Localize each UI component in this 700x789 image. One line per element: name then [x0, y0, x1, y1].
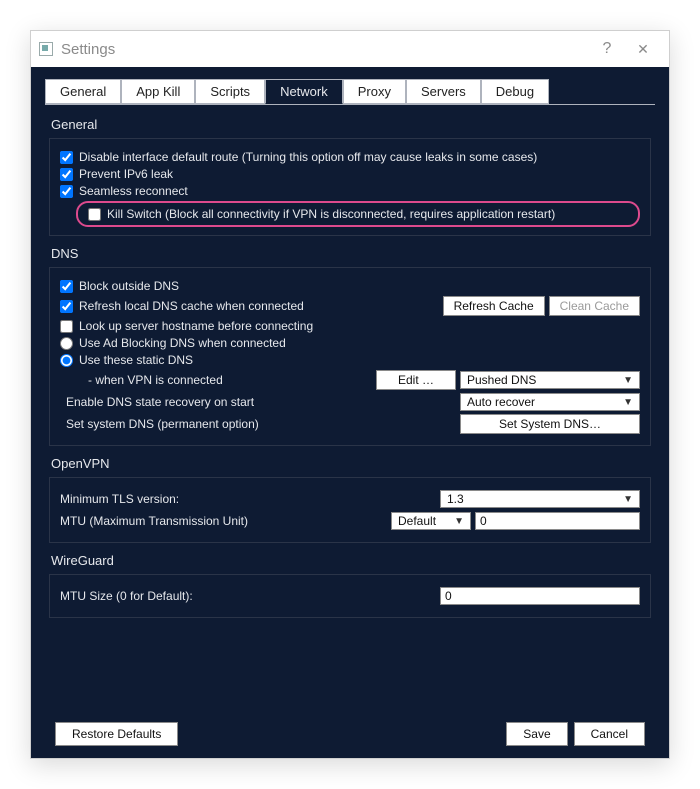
refresh-dns-checkbox[interactable] [60, 300, 73, 313]
dns-recovery-value: Auto recover [467, 395, 535, 409]
chevron-down-icon: ▼ [454, 516, 464, 527]
tab-scripts[interactable]: Scripts [195, 79, 265, 104]
openvpn-mtu-select-value: Default [398, 514, 436, 528]
group-wireguard: MTU Size (0 for Default): [49, 574, 651, 618]
scroll-area: General Disable interface default route … [45, 109, 655, 716]
disable-route-checkbox[interactable] [60, 151, 73, 164]
app-icon [39, 42, 53, 56]
lookup-hostname-label: Look up server hostname before connectin… [79, 319, 313, 333]
tab-servers[interactable]: Servers [406, 79, 481, 104]
ipv6-checkbox[interactable] [60, 168, 73, 181]
when-connected-label: - when VPN is connected [66, 373, 223, 387]
seamless-label: Seamless reconnect [79, 184, 188, 198]
group-dns: Block outside DNS Refresh local DNS cach… [49, 267, 651, 446]
refresh-dns-label: Refresh local DNS cache when connected [79, 299, 304, 313]
seamless-checkbox[interactable] [60, 185, 73, 198]
tab-network[interactable]: Network [265, 79, 343, 104]
group-openvpn: Minimum TLS version: 1.3 ▼ MTU (Maximum … [49, 477, 651, 543]
section-title-openvpn: OpenVPN [51, 456, 655, 471]
pushed-dns-select[interactable]: Pushed DNS ▼ [460, 371, 640, 389]
wireguard-mtu-label: MTU Size (0 for Default): [60, 589, 193, 603]
dns-recovery-select[interactable]: Auto recover ▼ [460, 393, 640, 411]
chevron-down-icon: ▼ [623, 494, 633, 505]
killswitch-label: Kill Switch (Block all connectivity if V… [107, 207, 555, 221]
tab-proxy[interactable]: Proxy [343, 79, 406, 104]
client-area: GeneralApp KillScriptsNetworkProxyServer… [31, 67, 669, 758]
openvpn-mtu-input[interactable] [475, 512, 640, 530]
section-title-general: General [51, 117, 655, 132]
chevron-down-icon: ▼ [623, 397, 633, 408]
settings-window: Settings ? ✕ GeneralApp KillScriptsNetwo… [30, 30, 670, 759]
openvpn-mtu-label: MTU (Maximum Transmission Unit) [60, 514, 248, 528]
restore-defaults-button[interactable]: Restore Defaults [55, 722, 178, 746]
refresh-cache-button[interactable]: Refresh Cache [443, 296, 545, 316]
adblock-label: Use Ad Blocking DNS when connected [79, 336, 286, 350]
tls-version-select[interactable]: 1.3 ▼ [440, 490, 640, 508]
clean-cache-button[interactable]: Clean Cache [549, 296, 640, 316]
killswitch-checkbox[interactable] [88, 208, 101, 221]
set-system-dns-label: Set system DNS (permanent option) [66, 417, 259, 431]
tab-app-kill[interactable]: App Kill [121, 79, 195, 104]
tls-version-value: 1.3 [447, 492, 464, 506]
wireguard-mtu-input[interactable] [440, 587, 640, 605]
static-dns-radio[interactable] [60, 354, 73, 367]
set-system-dns-button[interactable]: Set System DNS… [460, 414, 640, 434]
section-title-dns: DNS [51, 246, 655, 261]
chevron-down-icon: ▼ [623, 375, 633, 386]
titlebar: Settings ? ✕ [31, 31, 669, 67]
killswitch-highlight: Kill Switch (Block all connectivity if V… [76, 201, 640, 227]
close-button[interactable]: ✕ [625, 41, 661, 58]
section-title-wireguard: WireGuard [51, 553, 655, 568]
footer: Restore Defaults Save Cancel [45, 716, 655, 746]
adblock-radio[interactable] [60, 337, 73, 350]
tabs-bar: GeneralApp KillScriptsNetworkProxyServer… [45, 79, 655, 104]
block-dns-checkbox[interactable] [60, 280, 73, 293]
cancel-button[interactable]: Cancel [574, 722, 645, 746]
tab-general[interactable]: General [45, 79, 121, 104]
openvpn-mtu-select[interactable]: Default ▼ [391, 512, 471, 530]
edit-dns-button[interactable]: Edit … [376, 370, 456, 390]
tab-debug[interactable]: Debug [481, 79, 549, 104]
ipv6-label: Prevent IPv6 leak [79, 167, 173, 181]
help-button[interactable]: ? [589, 40, 625, 58]
dns-recovery-label: Enable DNS state recovery on start [66, 395, 254, 409]
group-general: Disable interface default route (Turning… [49, 138, 651, 236]
disable-route-label: Disable interface default route (Turning… [79, 150, 537, 164]
lookup-hostname-checkbox[interactable] [60, 320, 73, 333]
window-title: Settings [61, 41, 115, 58]
static-dns-label: Use these static DNS [79, 353, 193, 367]
pushed-dns-value: Pushed DNS [467, 373, 536, 387]
block-dns-label: Block outside DNS [79, 279, 179, 293]
tls-version-label: Minimum TLS version: [60, 492, 179, 506]
save-button[interactable]: Save [506, 722, 567, 746]
